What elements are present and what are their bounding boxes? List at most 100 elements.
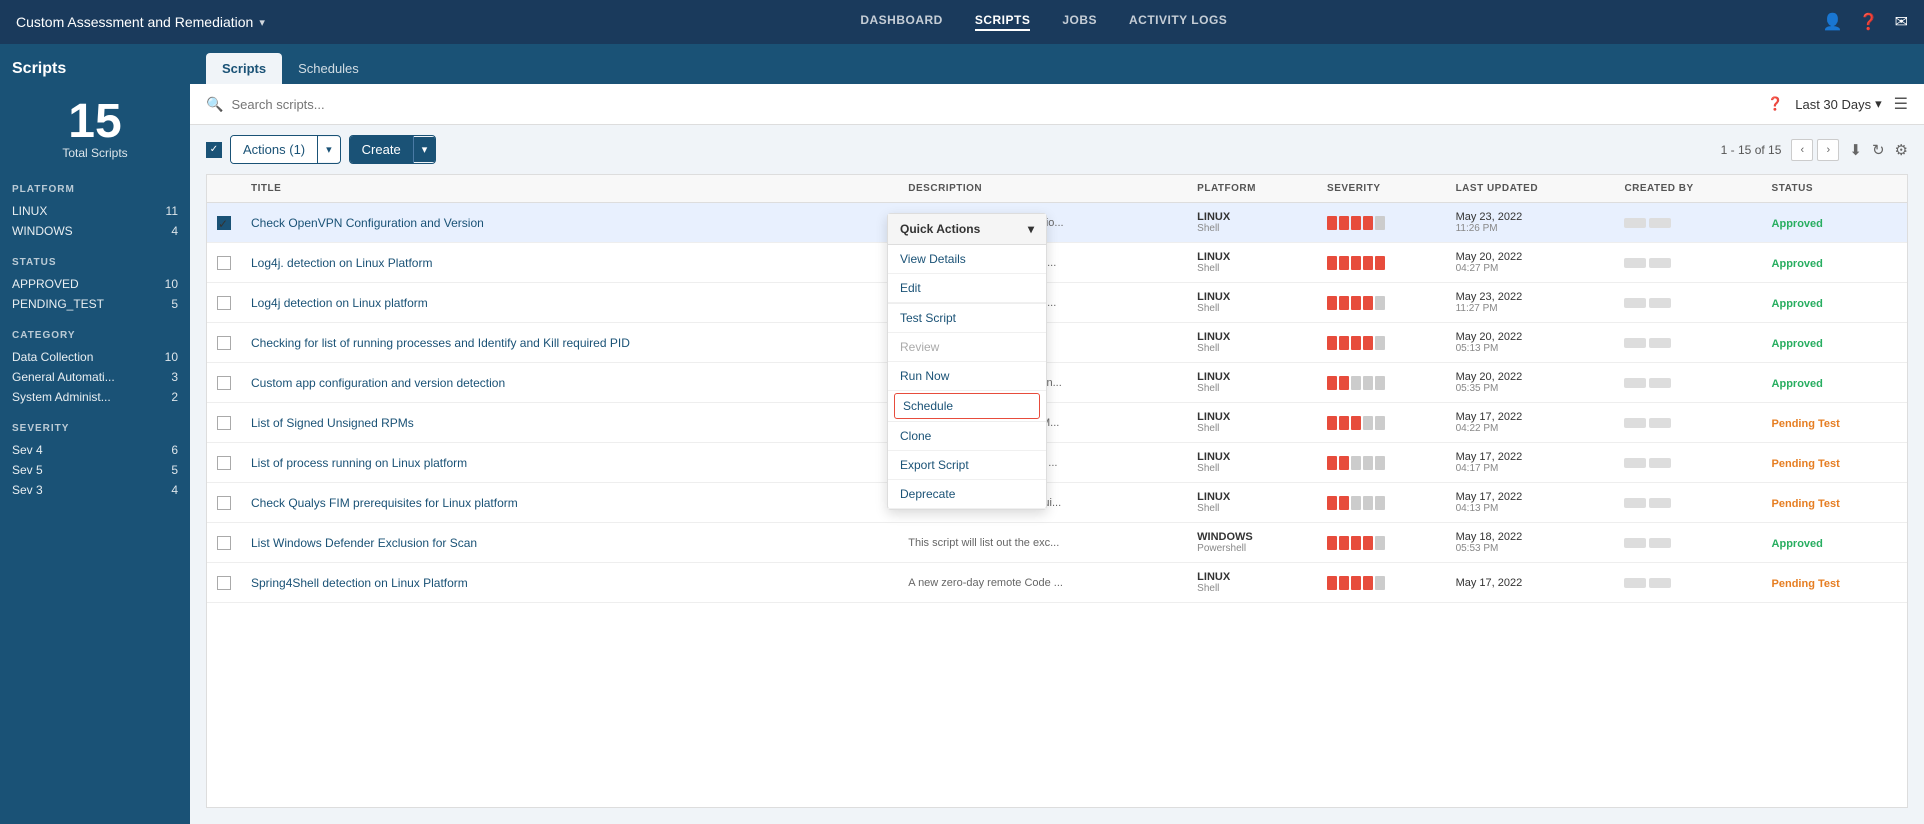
- col-title[interactable]: TITLE: [241, 175, 898, 203]
- total-scripts-box: 15 Total Scripts: [12, 98, 178, 160]
- sidebar-item-windows[interactable]: WINDOWS 4: [12, 221, 178, 241]
- sidebar-item-approved[interactable]: APPROVED 10: [12, 274, 178, 294]
- table-row: List of Signed Unsigned RPMsList all sig…: [207, 403, 1907, 443]
- date-filter-label: Last 30 Days: [1795, 97, 1871, 112]
- main-nav: DASHBOARD SCRIPTS JOBS ACTIVITY LOGS: [860, 13, 1227, 31]
- script-last-updated: May 23, 202211:27 PM: [1446, 283, 1615, 323]
- row-checkbox[interactable]: [217, 376, 231, 390]
- script-platform: LINUXShell: [1187, 283, 1317, 323]
- script-title-link[interactable]: Check Qualys FIM prerequisites for Linux…: [251, 496, 518, 510]
- script-title-link[interactable]: Custom app configuration and version det…: [251, 376, 505, 390]
- status-approved-label: APPROVED: [12, 277, 79, 291]
- sev5-count: 5: [171, 463, 178, 477]
- script-title-link[interactable]: Log4j. detection on Linux Platform: [251, 256, 432, 270]
- row-checkbox[interactable]: [217, 296, 231, 310]
- app-title-area[interactable]: Custom Assessment and Remediation ▾: [16, 14, 265, 30]
- app-title: Custom Assessment and Remediation: [16, 14, 253, 30]
- col-created-by[interactable]: CREATED BY: [1614, 175, 1761, 203]
- row-checkbox[interactable]: [217, 416, 231, 430]
- sidebar-item-general-auto[interactable]: General Automati... 3: [12, 367, 178, 387]
- select-all-checkbox[interactable]: ✓: [206, 142, 222, 158]
- settings-icon[interactable]: ⚙: [1895, 141, 1908, 159]
- script-title-link[interactable]: List of Signed Unsigned RPMs: [251, 416, 414, 430]
- download-icon[interactable]: ⬇: [1849, 141, 1862, 159]
- tab-scripts[interactable]: Scripts: [206, 53, 282, 84]
- nav-scripts[interactable]: SCRIPTS: [975, 13, 1031, 31]
- mail-icon[interactable]: ✉: [1895, 12, 1908, 32]
- script-last-updated: May 20, 202205:13 PM: [1446, 323, 1615, 363]
- prev-page-button[interactable]: ‹: [1791, 139, 1813, 161]
- table-row: List of process running on Linux platfor…: [207, 443, 1907, 483]
- script-title-link[interactable]: Log4j detection on Linux platform: [251, 296, 428, 310]
- nav-jobs[interactable]: JOBS: [1062, 13, 1097, 31]
- col-severity[interactable]: SEVERITY: [1317, 175, 1446, 203]
- sidebar-item-sev4[interactable]: Sev 4 6: [12, 440, 178, 460]
- script-title-link[interactable]: Spring4Shell detection on Linux Platform: [251, 576, 468, 590]
- sidebar-item-linux[interactable]: LINUX 11: [12, 201, 178, 221]
- tab-schedules[interactable]: Schedules: [282, 53, 375, 84]
- qa-review: Review: [888, 333, 1046, 362]
- create-button[interactable]: Create ▾: [349, 135, 437, 164]
- search-help-icon[interactable]: ❓: [1767, 96, 1783, 112]
- qa-test-script[interactable]: Test Script: [888, 304, 1046, 333]
- nav-activity-logs[interactable]: ACTIVITY LOGS: [1129, 13, 1227, 31]
- qa-schedule[interactable]: Schedule: [894, 393, 1040, 419]
- table-row: Checking for list of running processes a…: [207, 323, 1907, 363]
- category-dc-label: Data Collection: [12, 350, 93, 364]
- sidebar-item-sev3[interactable]: Sev 3 4: [12, 480, 178, 500]
- script-title-link[interactable]: Checking for list of running processes a…: [251, 336, 630, 350]
- actions-button[interactable]: Actions (1) ▾: [230, 135, 341, 164]
- col-status[interactable]: STATUS: [1762, 175, 1907, 203]
- date-filter-dropdown[interactable]: Last 30 Days ▾: [1795, 96, 1881, 112]
- qa-export-script[interactable]: Export Script: [888, 451, 1046, 480]
- hamburger-icon[interactable]: ☰: [1894, 94, 1908, 114]
- script-platform: LINUXShell: [1187, 243, 1317, 283]
- nav-dashboard[interactable]: DASHBOARD: [860, 13, 943, 31]
- script-title-link[interactable]: Check OpenVPN Configuration and Version: [251, 216, 484, 230]
- sidebar-item-sys-admin[interactable]: System Administ... 2: [12, 387, 178, 407]
- script-status: Pending Test: [1762, 563, 1907, 603]
- row-checkbox[interactable]: [217, 536, 231, 550]
- script-title-link[interactable]: List Windows Defender Exclusion for Scan: [251, 536, 477, 550]
- script-severity: [1317, 203, 1446, 243]
- qa-clone[interactable]: Clone: [888, 422, 1046, 451]
- sidebar-item-data-collection[interactable]: Data Collection 10: [12, 347, 178, 367]
- severity-section: SEVERITY Sev 4 6 Sev 5 5 Sev 3 4: [12, 423, 178, 500]
- quick-actions-chevron[interactable]: ▾: [1028, 222, 1034, 236]
- next-page-button[interactable]: ›: [1817, 139, 1839, 161]
- row-checkbox[interactable]: [217, 336, 231, 350]
- row-checkbox[interactable]: [217, 456, 231, 470]
- script-severity: [1317, 363, 1446, 403]
- script-status: Pending Test: [1762, 403, 1907, 443]
- row-checkbox[interactable]: ✓: [217, 216, 231, 230]
- row-checkbox[interactable]: [217, 576, 231, 590]
- status-pending-label: PENDING_TEST: [12, 297, 104, 311]
- col-description[interactable]: DESCRIPTION: [898, 175, 1187, 203]
- col-platform[interactable]: PLATFORM: [1187, 175, 1317, 203]
- platform-linux-count: 11: [166, 204, 178, 218]
- row-checkbox[interactable]: [217, 496, 231, 510]
- help-icon[interactable]: ❓: [1859, 12, 1879, 32]
- pagination-text: 1 - 15 of 15: [1721, 143, 1782, 157]
- script-created-by: [1614, 563, 1761, 603]
- total-label: Total Scripts: [12, 146, 178, 160]
- table-row: Check Qualys FIM prerequisites for Linux…: [207, 483, 1907, 523]
- col-last-updated[interactable]: LAST UPDATED: [1446, 175, 1615, 203]
- script-created-by: [1614, 283, 1761, 323]
- user-icon[interactable]: 👤: [1823, 12, 1843, 32]
- search-input[interactable]: [231, 97, 1767, 112]
- category-ga-label: General Automati...: [12, 370, 115, 384]
- qa-run-now[interactable]: Run Now: [888, 362, 1046, 391]
- script-severity: [1317, 563, 1446, 603]
- app-title-chevron[interactable]: ▾: [259, 16, 265, 29]
- qa-view-details[interactable]: View Details: [888, 245, 1046, 274]
- severity-section-title: SEVERITY: [12, 423, 178, 434]
- row-checkbox[interactable]: [217, 256, 231, 270]
- refresh-icon[interactable]: ↻: [1872, 141, 1885, 159]
- sidebar-item-pending-test[interactable]: PENDING_TEST 5: [12, 294, 178, 314]
- qa-edit[interactable]: Edit: [888, 274, 1046, 303]
- sidebar-item-sev5[interactable]: Sev 5 5: [12, 460, 178, 480]
- qa-deprecate[interactable]: Deprecate: [888, 480, 1046, 509]
- script-title-link[interactable]: List of process running on Linux platfor…: [251, 456, 467, 470]
- script-status: Approved: [1762, 203, 1907, 243]
